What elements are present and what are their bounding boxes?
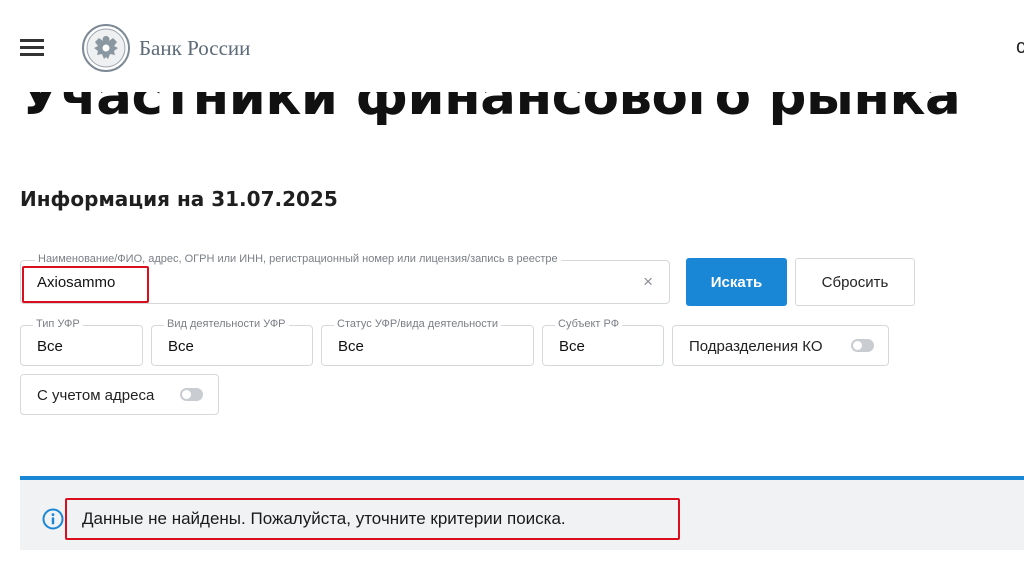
info-date-heading: Информация на 31.07.2025 bbox=[20, 187, 338, 211]
highlight-box-search-value bbox=[22, 266, 149, 303]
clear-icon[interactable]: × bbox=[643, 272, 653, 292]
bank-emblem-logo[interactable] bbox=[82, 24, 130, 72]
filter-label: Субъект РФ bbox=[555, 318, 623, 330]
toggle-ko-divisions[interactable]: Подразделения КО bbox=[672, 325, 889, 366]
menu-icon[interactable] bbox=[20, 39, 44, 57]
toggle-label: Подразделения КО bbox=[689, 338, 823, 355]
reset-button[interactable]: Сбросить bbox=[795, 258, 915, 306]
site-header: Банк России с bbox=[0, 0, 1024, 92]
toggle-label: С учетом адреса bbox=[37, 387, 155, 404]
info-icon bbox=[42, 508, 64, 530]
header-right-cut-text[interactable]: с bbox=[1016, 36, 1024, 59]
filter-activity-type[interactable]: Вид деятельности УФР Все bbox=[151, 318, 313, 366]
toggle-with-address[interactable]: С учетом адреса bbox=[20, 374, 219, 415]
filter-value: Все bbox=[37, 338, 63, 355]
filter-ufr-type[interactable]: Тип УФР Все bbox=[20, 318, 143, 366]
filter-value: Все bbox=[559, 338, 585, 355]
toggle-switch[interactable] bbox=[851, 339, 874, 352]
filter-value: Все bbox=[168, 338, 194, 355]
highlight-box-message bbox=[65, 498, 680, 540]
filter-value: Все bbox=[338, 338, 364, 355]
search-button[interactable]: Искать bbox=[686, 258, 787, 306]
search-field-label: Наименование/ФИО, адрес, ОГРН или ИНН, р… bbox=[35, 253, 561, 265]
filter-region[interactable]: Субъект РФ Все bbox=[542, 318, 664, 366]
filter-status[interactable]: Статус УФР/вида деятельности Все bbox=[321, 318, 534, 366]
filter-label: Вид деятельности УФР bbox=[164, 318, 289, 330]
toggle-switch[interactable] bbox=[180, 388, 203, 401]
filter-label: Статус УФР/вида деятельности bbox=[334, 318, 501, 330]
filter-label: Тип УФР bbox=[33, 318, 83, 330]
brand-name[interactable]: Банк России bbox=[139, 36, 250, 61]
